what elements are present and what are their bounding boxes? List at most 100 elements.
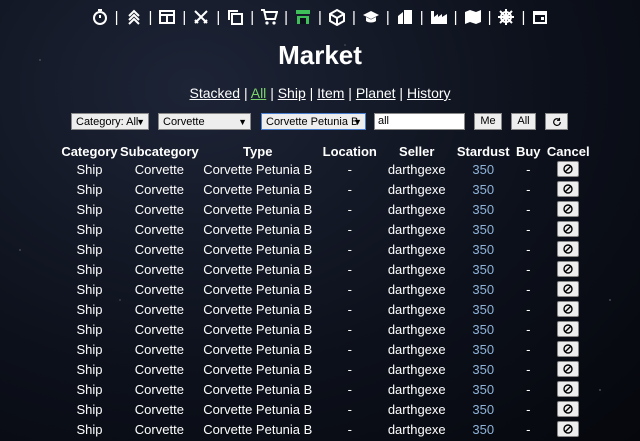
copy-icon[interactable] <box>222 7 248 27</box>
chevron-down-icon: ▼ <box>353 117 362 127</box>
graduation-cap-icon[interactable] <box>358 7 384 27</box>
cell-buy: - <box>526 381 531 397</box>
cell-subcategory: Corvette <box>134 421 184 437</box>
ban-icon <box>563 384 573 394</box>
rank-chevrons-icon[interactable] <box>121 7 147 27</box>
cell-category: Ship <box>76 321 103 337</box>
ban-icon <box>563 164 573 174</box>
chevron-down-icon: ▼ <box>136 117 145 127</box>
stopwatch-icon[interactable] <box>87 7 113 27</box>
cell-seller: darthgexe <box>387 201 446 217</box>
table-row: Ship Corvette Corvette Petunia B - darthgexe… <box>59 179 596 199</box>
cancel-button[interactable] <box>557 161 580 178</box>
box-icon[interactable] <box>324 7 350 27</box>
type-select[interactable]: Corvette Petunia B ▼ <box>261 113 366 130</box>
column-header-subcategory[interactable]: Subcategory <box>120 143 199 159</box>
cell-buy: - <box>526 181 531 197</box>
cell-subcategory: Corvette <box>134 201 184 217</box>
subcategory-select[interactable]: Corvette ▼ <box>158 113 251 130</box>
search-input[interactable]: all <box>374 113 465 130</box>
cancel-button[interactable] <box>557 421 580 438</box>
table-row: Ship Corvette Corvette Petunia B - darthgexe… <box>59 199 596 219</box>
all-button[interactable]: All <box>511 113 536 130</box>
cell-type: Corvette Petunia B <box>203 181 313 197</box>
filter-link-ship[interactable]: Ship <box>278 85 306 101</box>
cancel-button[interactable] <box>557 381 580 398</box>
cell-subcategory: Corvette <box>134 281 184 297</box>
cancel-button[interactable] <box>557 221 580 238</box>
column-header-category[interactable]: Category <box>59 143 120 159</box>
crossed-swords-icon[interactable] <box>188 7 214 27</box>
cell-cancel <box>541 419 596 439</box>
nav-separator: | <box>216 8 221 26</box>
nav-separator: | <box>385 8 390 26</box>
cell-stardust: 350 <box>472 381 495 397</box>
me-button[interactable]: Me <box>474 113 502 130</box>
cell-stardust: 350 <box>472 421 495 437</box>
cancel-button[interactable] <box>557 301 580 318</box>
cell-seller: darthgexe <box>387 401 446 417</box>
market-icon[interactable] <box>290 7 316 27</box>
cancel-button[interactable] <box>557 361 580 378</box>
cell-category: Ship <box>76 241 103 257</box>
cell-subcategory: Corvette <box>134 361 184 377</box>
cell-cancel <box>541 199 596 219</box>
filter-link-planet[interactable]: Planet <box>356 85 396 101</box>
cell-category: Ship <box>76 181 103 197</box>
cell-seller: darthgexe <box>387 161 446 177</box>
cell-subcategory: Corvette <box>134 261 184 277</box>
cell-category: Ship <box>76 221 103 237</box>
factory-icon[interactable] <box>426 7 452 27</box>
column-header-cancel: Cancel <box>546 143 590 159</box>
cell-location: - <box>347 361 352 377</box>
table-row: Ship Corvette Corvette Petunia B - darthgexe… <box>59 159 596 179</box>
cell-seller: darthgexe <box>387 261 446 277</box>
calendar-icon[interactable] <box>527 7 553 27</box>
ban-icon <box>563 184 573 194</box>
filter-link-stacked[interactable]: Stacked <box>189 85 240 101</box>
dashboard-icon[interactable] <box>154 7 180 27</box>
cell-subcategory: Corvette <box>134 161 184 177</box>
filter-link-all[interactable]: All <box>251 85 267 101</box>
cell-category: Ship <box>76 261 103 277</box>
cell-stardust: 350 <box>472 401 495 417</box>
cell-type: Corvette Petunia B <box>203 421 313 437</box>
cell-cancel <box>541 259 596 279</box>
cancel-button[interactable] <box>557 341 580 358</box>
column-header-location[interactable]: Location <box>317 143 383 159</box>
column-header-seller[interactable]: Seller <box>383 143 451 159</box>
cancel-button[interactable] <box>557 321 580 338</box>
cancel-button[interactable] <box>557 261 580 278</box>
cell-buy: - <box>526 421 531 437</box>
cell-stardust: 350 <box>472 341 495 357</box>
column-header-stardust[interactable]: Stardust <box>451 143 516 159</box>
city-icon[interactable] <box>392 7 418 27</box>
map-icon[interactable] <box>460 7 486 27</box>
cancel-button[interactable] <box>557 201 580 218</box>
cell-type: Corvette Petunia B <box>203 221 313 237</box>
cancel-button[interactable] <box>557 241 580 258</box>
cell-seller: darthgexe <box>387 221 446 237</box>
cell-buy: - <box>526 361 531 377</box>
table-row: Ship Corvette Corvette Petunia B - darthgexe… <box>59 279 596 299</box>
cancel-button[interactable] <box>557 281 580 298</box>
cell-subcategory: Corvette <box>134 341 184 357</box>
cell-category: Ship <box>76 401 103 417</box>
cell-category: Ship <box>76 421 103 437</box>
ship-wheel-icon[interactable] <box>493 7 519 27</box>
cell-seller: darthgexe <box>387 321 446 337</box>
cancel-button[interactable] <box>557 181 580 198</box>
category-select[interactable]: Category: All ▼ <box>71 113 149 130</box>
cell-type: Corvette Petunia B <box>203 261 313 277</box>
table-row: Ship Corvette Corvette Petunia B - darthgexe… <box>59 239 596 259</box>
cell-location: - <box>347 281 352 297</box>
ban-icon <box>563 264 573 274</box>
refresh-button[interactable] <box>545 113 568 130</box>
cart-icon[interactable] <box>256 7 282 27</box>
cancel-button[interactable] <box>557 401 580 418</box>
ban-icon <box>563 424 573 434</box>
filter-link-item[interactable]: Item <box>317 85 344 101</box>
nav-separator: | <box>487 8 492 26</box>
column-header-type[interactable]: Type <box>199 143 317 159</box>
filter-link-history[interactable]: History <box>407 85 451 101</box>
